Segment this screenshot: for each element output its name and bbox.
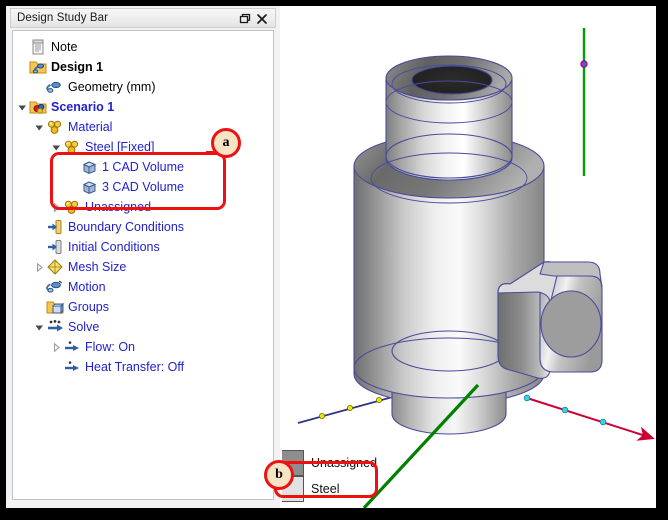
expander-expanded-icon[interactable] bbox=[34, 122, 45, 133]
tree-item-label: Initial Conditions bbox=[68, 240, 160, 254]
material-legend: Unassigned Steel bbox=[282, 450, 377, 502]
tree-item-label: Heat Transfer: Off bbox=[85, 360, 185, 374]
tree-item-label: Material bbox=[68, 120, 113, 134]
expander-collapsed-icon[interactable] bbox=[51, 202, 62, 213]
tree-item-label: Boundary Conditions bbox=[68, 220, 185, 234]
legend-item-steel[interactable]: Steel bbox=[282, 476, 377, 502]
tree-item-label: Design 1 bbox=[51, 60, 104, 74]
tree-item-label: Steel [Fixed] bbox=[85, 140, 155, 154]
tree-item-scenario-1[interactable]: Scenario 1 bbox=[17, 97, 114, 117]
tree-item-boundary-conditions[interactable]: Boundary Conditions bbox=[34, 217, 184, 237]
design-study-tree[interactable]: Note Design 1 Geometry (mm) Scenario 1 Mater… bbox=[12, 30, 274, 500]
cylindrical-part bbox=[353, 55, 545, 435]
expander-collapsed-icon[interactable] bbox=[51, 342, 62, 353]
tree-item-flow-on[interactable]: Flow: On bbox=[51, 337, 135, 357]
tree-item-cad-volume-1[interactable]: 1 CAD Volume bbox=[68, 157, 184, 177]
tree-item-unassigned[interactable]: Unassigned bbox=[51, 197, 151, 217]
tree-item-label: 3 CAD Volume bbox=[102, 180, 184, 194]
tree-item-label: Scenario 1 bbox=[51, 100, 115, 114]
arrow-icon bbox=[63, 338, 81, 356]
expander-placeholder bbox=[34, 222, 45, 233]
tree-item-label: Mesh Size bbox=[68, 260, 127, 274]
panel-titlebar: Design Study Bar bbox=[10, 8, 276, 28]
expander-placeholder bbox=[34, 82, 45, 93]
legend-label-unassigned: Unassigned bbox=[311, 456, 378, 470]
cad-volume-icon bbox=[80, 158, 98, 176]
tree-item-label: Motion bbox=[68, 280, 106, 294]
tree-item-solve[interactable]: Solve bbox=[34, 317, 99, 337]
tree-item-heat-transfer-off[interactable]: Heat Transfer: Off bbox=[51, 357, 184, 377]
geometry-icon bbox=[46, 78, 64, 96]
callout-a: a bbox=[211, 128, 241, 158]
material-icon bbox=[63, 138, 81, 156]
expander-placeholder bbox=[17, 42, 28, 53]
expander-expanded-icon[interactable] bbox=[51, 142, 62, 153]
callout-b: b bbox=[264, 460, 294, 490]
material-icon bbox=[46, 118, 64, 136]
expander-expanded-icon[interactable] bbox=[34, 322, 45, 333]
expander-placeholder bbox=[17, 62, 28, 73]
scenario-icon bbox=[29, 98, 47, 116]
screenshot-root: Design Study Bar Note Design 1 Geometry (m… bbox=[0, 0, 668, 520]
dock-icon[interactable] bbox=[237, 12, 251, 26]
tree-item-mesh-size[interactable]: Mesh Size bbox=[34, 257, 126, 277]
groups-icon bbox=[46, 298, 64, 316]
expander-placeholder bbox=[34, 282, 45, 293]
tree-item-note[interactable]: Note bbox=[17, 37, 77, 57]
expander-placeholder bbox=[68, 182, 79, 193]
tree-item-initial-conditions[interactable]: Initial Conditions bbox=[34, 237, 160, 257]
expander-placeholder bbox=[68, 162, 79, 173]
tree-item-design-1[interactable]: Design 1 bbox=[17, 57, 103, 77]
expander-expanded-icon[interactable] bbox=[17, 102, 28, 113]
tree-item-label: Groups bbox=[68, 300, 109, 314]
panel-title: Design Study Bar bbox=[17, 12, 109, 24]
expander-placeholder bbox=[51, 362, 62, 373]
material-icon bbox=[63, 198, 81, 216]
initial-icon bbox=[46, 238, 64, 256]
tree-item-label: Solve bbox=[68, 320, 100, 334]
mesh-icon bbox=[46, 258, 64, 276]
expander-placeholder bbox=[34, 242, 45, 253]
legend-label-steel: Steel bbox=[311, 482, 340, 496]
legend-item-unassigned[interactable]: Unassigned bbox=[282, 450, 377, 476]
tree-item-motion[interactable]: Motion bbox=[34, 277, 106, 297]
boundary-icon bbox=[46, 218, 64, 236]
model-canvas bbox=[297, 28, 655, 508]
tree-item-cad-volume-3[interactable]: 3 CAD Volume bbox=[68, 177, 184, 197]
design-icon bbox=[29, 58, 47, 76]
tree-item-label: Flow: On bbox=[85, 340, 136, 354]
tree-item-groups[interactable]: Groups bbox=[34, 297, 109, 317]
close-icon[interactable] bbox=[255, 12, 269, 26]
tree-item-steel-fixed[interactable]: Steel [Fixed] bbox=[51, 137, 154, 157]
cad-volume-icon bbox=[80, 178, 98, 196]
motion-icon bbox=[46, 278, 64, 296]
solve-icon bbox=[46, 318, 64, 336]
arrow-icon bbox=[63, 358, 81, 376]
design-study-bar-panel: Design Study Bar Note Design 1 Geometry (m… bbox=[6, 6, 280, 508]
3d-viewport[interactable]: Unassigned Steel bbox=[282, 6, 656, 508]
application-area: Design Study Bar Note Design 1 Geometry (m… bbox=[6, 6, 656, 508]
tree-item-label: Geometry (mm) bbox=[68, 80, 156, 94]
tree-item-label: Note bbox=[51, 40, 78, 54]
tree-item-geometry[interactable]: Geometry (mm) bbox=[34, 77, 156, 97]
note-icon bbox=[29, 38, 47, 56]
tree-item-material[interactable]: Material bbox=[34, 117, 112, 137]
expander-collapsed-icon[interactable] bbox=[34, 262, 45, 273]
tree-item-label: 1 CAD Volume bbox=[102, 160, 184, 174]
expander-placeholder bbox=[34, 302, 45, 313]
tree-item-label: Unassigned bbox=[85, 200, 152, 214]
